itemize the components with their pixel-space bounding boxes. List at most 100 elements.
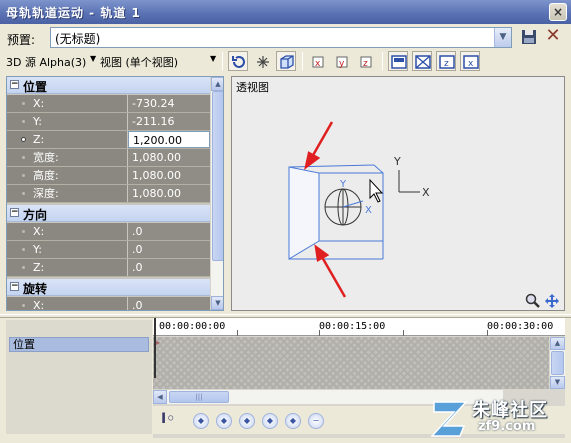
property-value[interactable]: .0 [128,223,210,240]
property-value[interactable]: .0 [128,259,210,276]
toolbar: 3D 源 Alpha(3) ▼ 视图 (单个视图) ▼ x y z z x [0,50,571,72]
group-rotation[interactable]: − 旋转 [7,279,210,296]
close-icon: × [552,5,564,19]
scale-button[interactable] [252,51,272,71]
axis-indicator [398,170,420,193]
preset-row: 预置: (无标题) ▼ ✕ [0,24,571,50]
property-row-x[interactable]: X: .0 [7,297,210,310]
view-x-button[interactable]: x [460,51,480,71]
keyframe-dot-icon [22,230,25,233]
axis-y-label: Y [393,155,401,168]
first-keyframe-button[interactable]: ◆ [193,413,209,429]
last-keyframe-button[interactable]: ◆ [285,413,301,429]
scroll-thumb[interactable] [551,351,564,375]
source-alpha-dropdown[interactable]: 3D 源 Alpha(3) [6,54,86,70]
scroll-left-icon[interactable]: ◀ [153,390,167,404]
property-row-height[interactable]: 高度: 1,080.00 [7,167,210,185]
ruler-tick [237,330,238,336]
save-preset-button[interactable] [521,29,537,45]
property-row-width[interactable]: 宽度: 1,080.00 [7,149,210,167]
keyframe-dot-icon [22,174,25,177]
scroll-up-icon[interactable]: ▲ [550,337,565,350]
watermark-url: zf9.com [478,419,536,434]
scroll-down-icon[interactable]: ▼ [550,376,565,389]
collapse-icon[interactable]: − [10,208,19,217]
property-value[interactable]: -211.16 [128,113,210,130]
view-mode-dropdown[interactable]: 视图 (单个视图) [100,54,178,70]
lock-y-button[interactable]: y [331,51,351,71]
x-lock-icon: x [312,56,324,69]
z-lock-icon: z [360,56,372,69]
property-row-z[interactable]: Z: .0 [7,259,210,277]
preset-label: 预置: [7,33,36,47]
property-value[interactable]: 1,080.00 [128,185,210,202]
time-ruler[interactable]: 00:00:00:00 00:00:15:00 00:00:30:00 [153,318,565,336]
gizmo-y-label: Y [339,179,347,190]
toolbar-separator [222,52,223,70]
property-name: Y: [7,241,127,258]
perspective-viewport[interactable]: 透视图 Y X Y X [231,76,565,311]
group-orientation[interactable]: − 方向 [7,205,210,222]
collapse-icon[interactable]: − [10,282,19,291]
property-grid: − 位置 X: -730.24 Y: -211.16 Z: 1,200.00 宽… [6,76,224,311]
property-row-y[interactable]: Y: .0 [7,241,210,259]
scroll-up-icon[interactable]: ▲ [211,77,223,91]
svg-text:z: z [363,59,368,69]
svg-text:y: y [339,59,345,69]
lock-x-button[interactable]: x [307,51,327,71]
group-label: 位置 [23,80,48,94]
next-keyframe-button[interactable]: ◆ [262,413,278,429]
cube-icon [280,55,294,69]
keyframe-dot-icon [22,304,25,307]
chevron-down-icon[interactable]: ▼ [494,28,511,47]
keyframe-dot-icon [22,248,25,251]
track-item-position[interactable]: 位置 [9,337,149,352]
property-row-z[interactable]: Z: 1,200.00 [7,131,210,149]
ruler-tick [403,330,404,336]
property-row-y[interactable]: Y: -211.16 [7,113,210,131]
property-value[interactable]: -730.24 [128,95,210,112]
delete-preset-button[interactable]: ✕ [544,27,562,45]
add-keyframe-button[interactable]: ◆ [239,413,255,429]
view-x-icon: x [463,55,479,69]
view-cross-button[interactable] [412,51,432,71]
rotate-button[interactable] [228,51,248,71]
prev-keyframe-button[interactable]: ◆ [216,413,232,429]
property-value[interactable]: 1,080.00 [128,167,210,184]
collapse-icon[interactable]: − [10,80,19,89]
timeline-vertical-scrollbar[interactable]: ▲ ▼ [550,337,565,389]
pan-icon[interactable] [544,293,560,309]
chevron-down-icon[interactable]: ▼ [210,54,216,63]
scroll-thumb[interactable]: ||| [169,391,229,403]
lock-z-button[interactable]: z [355,51,375,71]
property-row-x[interactable]: X: .0 [7,223,210,241]
svg-text:x: x [468,59,474,69]
group-position[interactable]: − 位置 [7,77,210,94]
title-bar: 母轨轨道运动 - 轨道 1 × [0,0,571,24]
sync-cursor-icon[interactable]: I◦ [161,411,175,427]
rotate-icon [232,56,245,68]
window-title: 母轨轨道运动 - 轨道 1 [6,6,141,20]
scroll-down-icon[interactable]: ▼ [211,296,223,310]
close-button[interactable]: × [549,3,567,21]
keyframe-dot-icon [22,266,25,269]
scroll-thumb[interactable] [212,91,223,261]
property-scrollbar[interactable]: ▲ ▼ [210,77,223,310]
property-row-depth[interactable]: 深度: 1,080.00 [7,185,210,203]
delete-keyframe-button[interactable]: − [308,413,324,429]
property-value[interactable]: .0 [128,297,210,310]
property-value[interactable]: 1,080.00 [128,149,210,166]
preset-dropdown[interactable]: (无标题) ▼ [50,27,512,48]
property-value[interactable]: .0 [128,241,210,258]
playhead-cursor[interactable] [154,318,156,378]
view-single-button[interactable] [388,51,408,71]
chevron-down-icon[interactable]: ▼ [90,54,96,63]
view-z-button[interactable]: z [436,51,456,71]
rotation-gizmo [324,188,364,226]
property-row-x[interactable]: X: -730.24 [7,95,210,113]
property-value-input[interactable]: 1,200.00 [128,131,210,148]
zoom-icon[interactable] [525,293,541,309]
cube-button[interactable] [276,51,296,71]
track-lane[interactable] [153,337,549,389]
svg-text:x: x [315,59,321,69]
